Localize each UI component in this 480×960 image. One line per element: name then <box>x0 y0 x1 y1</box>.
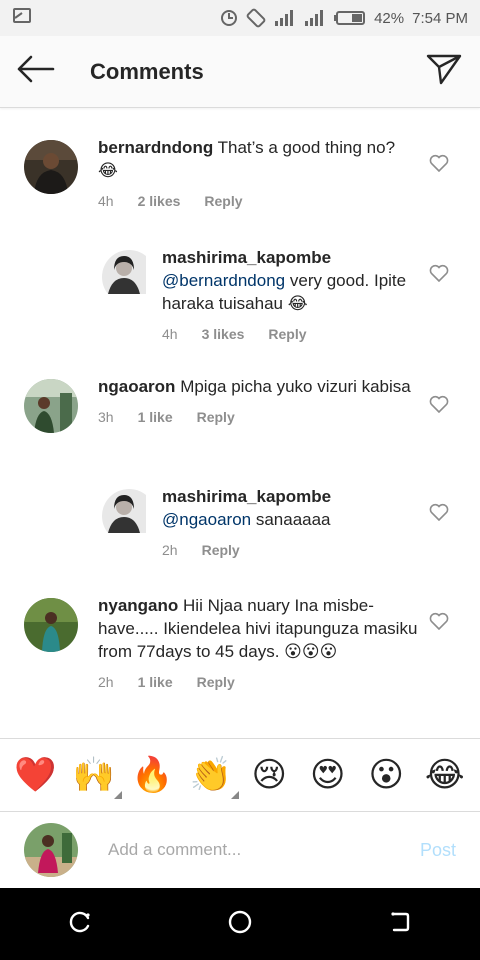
skin-tone-indicator <box>230 791 239 799</box>
comment-input[interactable] <box>108 840 398 860</box>
signal-icon <box>274 10 296 26</box>
raising-hands-icon: 🙌 <box>72 755 115 795</box>
comment-text: sanaaaaa <box>251 510 331 529</box>
add-comment-bar: Post <box>0 812 480 888</box>
home-button[interactable] <box>210 894 270 954</box>
comment-time: 4h <box>162 326 178 342</box>
back-nav-icon <box>388 910 412 939</box>
page-title: Comments <box>90 58 204 84</box>
emoji-heart-eyes-button[interactable]: 😍 <box>306 753 350 797</box>
post-button[interactable]: Post <box>420 840 456 861</box>
reply-button[interactable]: Reply <box>204 190 242 213</box>
data-saver-icon <box>220 9 238 27</box>
skin-tone-indicator <box>113 791 122 799</box>
like-heart-icon[interactable] <box>428 393 450 415</box>
like-heart-icon[interactable] <box>428 152 450 174</box>
heart-eyes-icon: 😍 <box>310 755 346 795</box>
emoji-bar: ❤️ 🙌 🔥 👏 😢 😍 😮 😂 <box>0 738 480 812</box>
mention-link[interactable]: @bernardndong <box>162 271 285 290</box>
clapping-hands-icon: 👏 <box>189 755 232 795</box>
current-user-avatar <box>24 823 78 877</box>
red-heart-icon: ❤️ <box>14 755 57 795</box>
comment-username[interactable]: nyangano <box>98 596 178 615</box>
emoji-fire-button[interactable]: 🔥 <box>130 753 174 797</box>
emoji-crying-face-button[interactable]: 😢 <box>247 753 291 797</box>
avatar[interactable] <box>24 379 78 433</box>
fire-icon: 🔥 <box>131 755 174 795</box>
like-heart-icon[interactable] <box>428 610 450 632</box>
emoji-raising-hands-button[interactable]: 🙌 <box>72 753 122 799</box>
back-nav-button[interactable] <box>370 894 430 954</box>
comments-list[interactable]: bernardndong That’s a good thing no? 😂 4… <box>0 116 480 738</box>
crying-face-icon: 😢 <box>251 755 287 795</box>
signal-icon-2 <box>304 10 326 26</box>
like-heart-icon[interactable] <box>428 262 450 284</box>
comment-username[interactable]: ngaoaron <box>98 377 175 396</box>
tears-of-joy-icon: 😂 <box>424 755 465 795</box>
likes-count[interactable]: 2 likes <box>138 190 181 213</box>
battery-icon <box>334 10 366 26</box>
mention-link[interactable]: @ngaoaron <box>162 510 251 529</box>
reply-button[interactable]: Reply <box>197 671 235 694</box>
rotate-icon <box>246 8 266 28</box>
emoji-clapping-hands-button[interactable]: 👏 <box>189 753 239 799</box>
avatar[interactable] <box>102 489 156 543</box>
reply-button[interactable]: Reply <box>197 406 235 429</box>
status-bar: 42% 7:54 PM <box>0 0 480 36</box>
home-circle-icon <box>227 909 253 940</box>
system-nav-bar <box>0 888 480 960</box>
surprised-face-icon: 😮 <box>368 755 404 795</box>
paper-plane-icon <box>426 53 462 90</box>
emoji-surprised-face-button[interactable]: 😮 <box>364 753 408 797</box>
back-button[interactable] <box>0 36 72 108</box>
comment-time: 2h <box>98 674 114 690</box>
comment-username[interactable]: bernardndong <box>98 138 213 157</box>
comment-time: 4h <box>98 193 114 209</box>
back-arrow-icon <box>17 55 55 88</box>
avatar[interactable] <box>24 140 78 194</box>
likes-count[interactable]: 1 like <box>138 671 173 694</box>
comment-text: Mpiga picha yuko vizuri kabisa <box>180 377 411 396</box>
like-heart-icon[interactable] <box>428 501 450 523</box>
battery-percent: 42% <box>374 9 405 27</box>
likes-count[interactable]: 3 likes <box>202 323 245 346</box>
reply-button[interactable]: Reply <box>268 323 306 346</box>
share-button[interactable] <box>408 36 480 108</box>
comment-username[interactable]: mashirima_kapombe <box>162 487 331 506</box>
status-time: 7:54 PM <box>412 9 468 27</box>
comment-time: 3h <box>98 409 114 425</box>
cast-icon <box>12 7 32 29</box>
comment-time: 2h <box>162 542 178 558</box>
comment-username[interactable]: mashirima_kapombe <box>162 248 331 267</box>
likes-count[interactable]: 1 like <box>138 406 173 429</box>
emoji-tears-of-joy-button[interactable]: 😂 <box>423 753 467 797</box>
avatar[interactable] <box>102 250 156 304</box>
reply-button[interactable]: Reply <box>202 539 240 562</box>
avatar[interactable] <box>24 598 78 652</box>
recent-apps-icon <box>68 910 92 939</box>
header: Comments <box>0 36 480 108</box>
emoji-red-heart-button[interactable]: ❤️ <box>13 753 57 797</box>
recent-apps-button[interactable] <box>50 894 110 954</box>
